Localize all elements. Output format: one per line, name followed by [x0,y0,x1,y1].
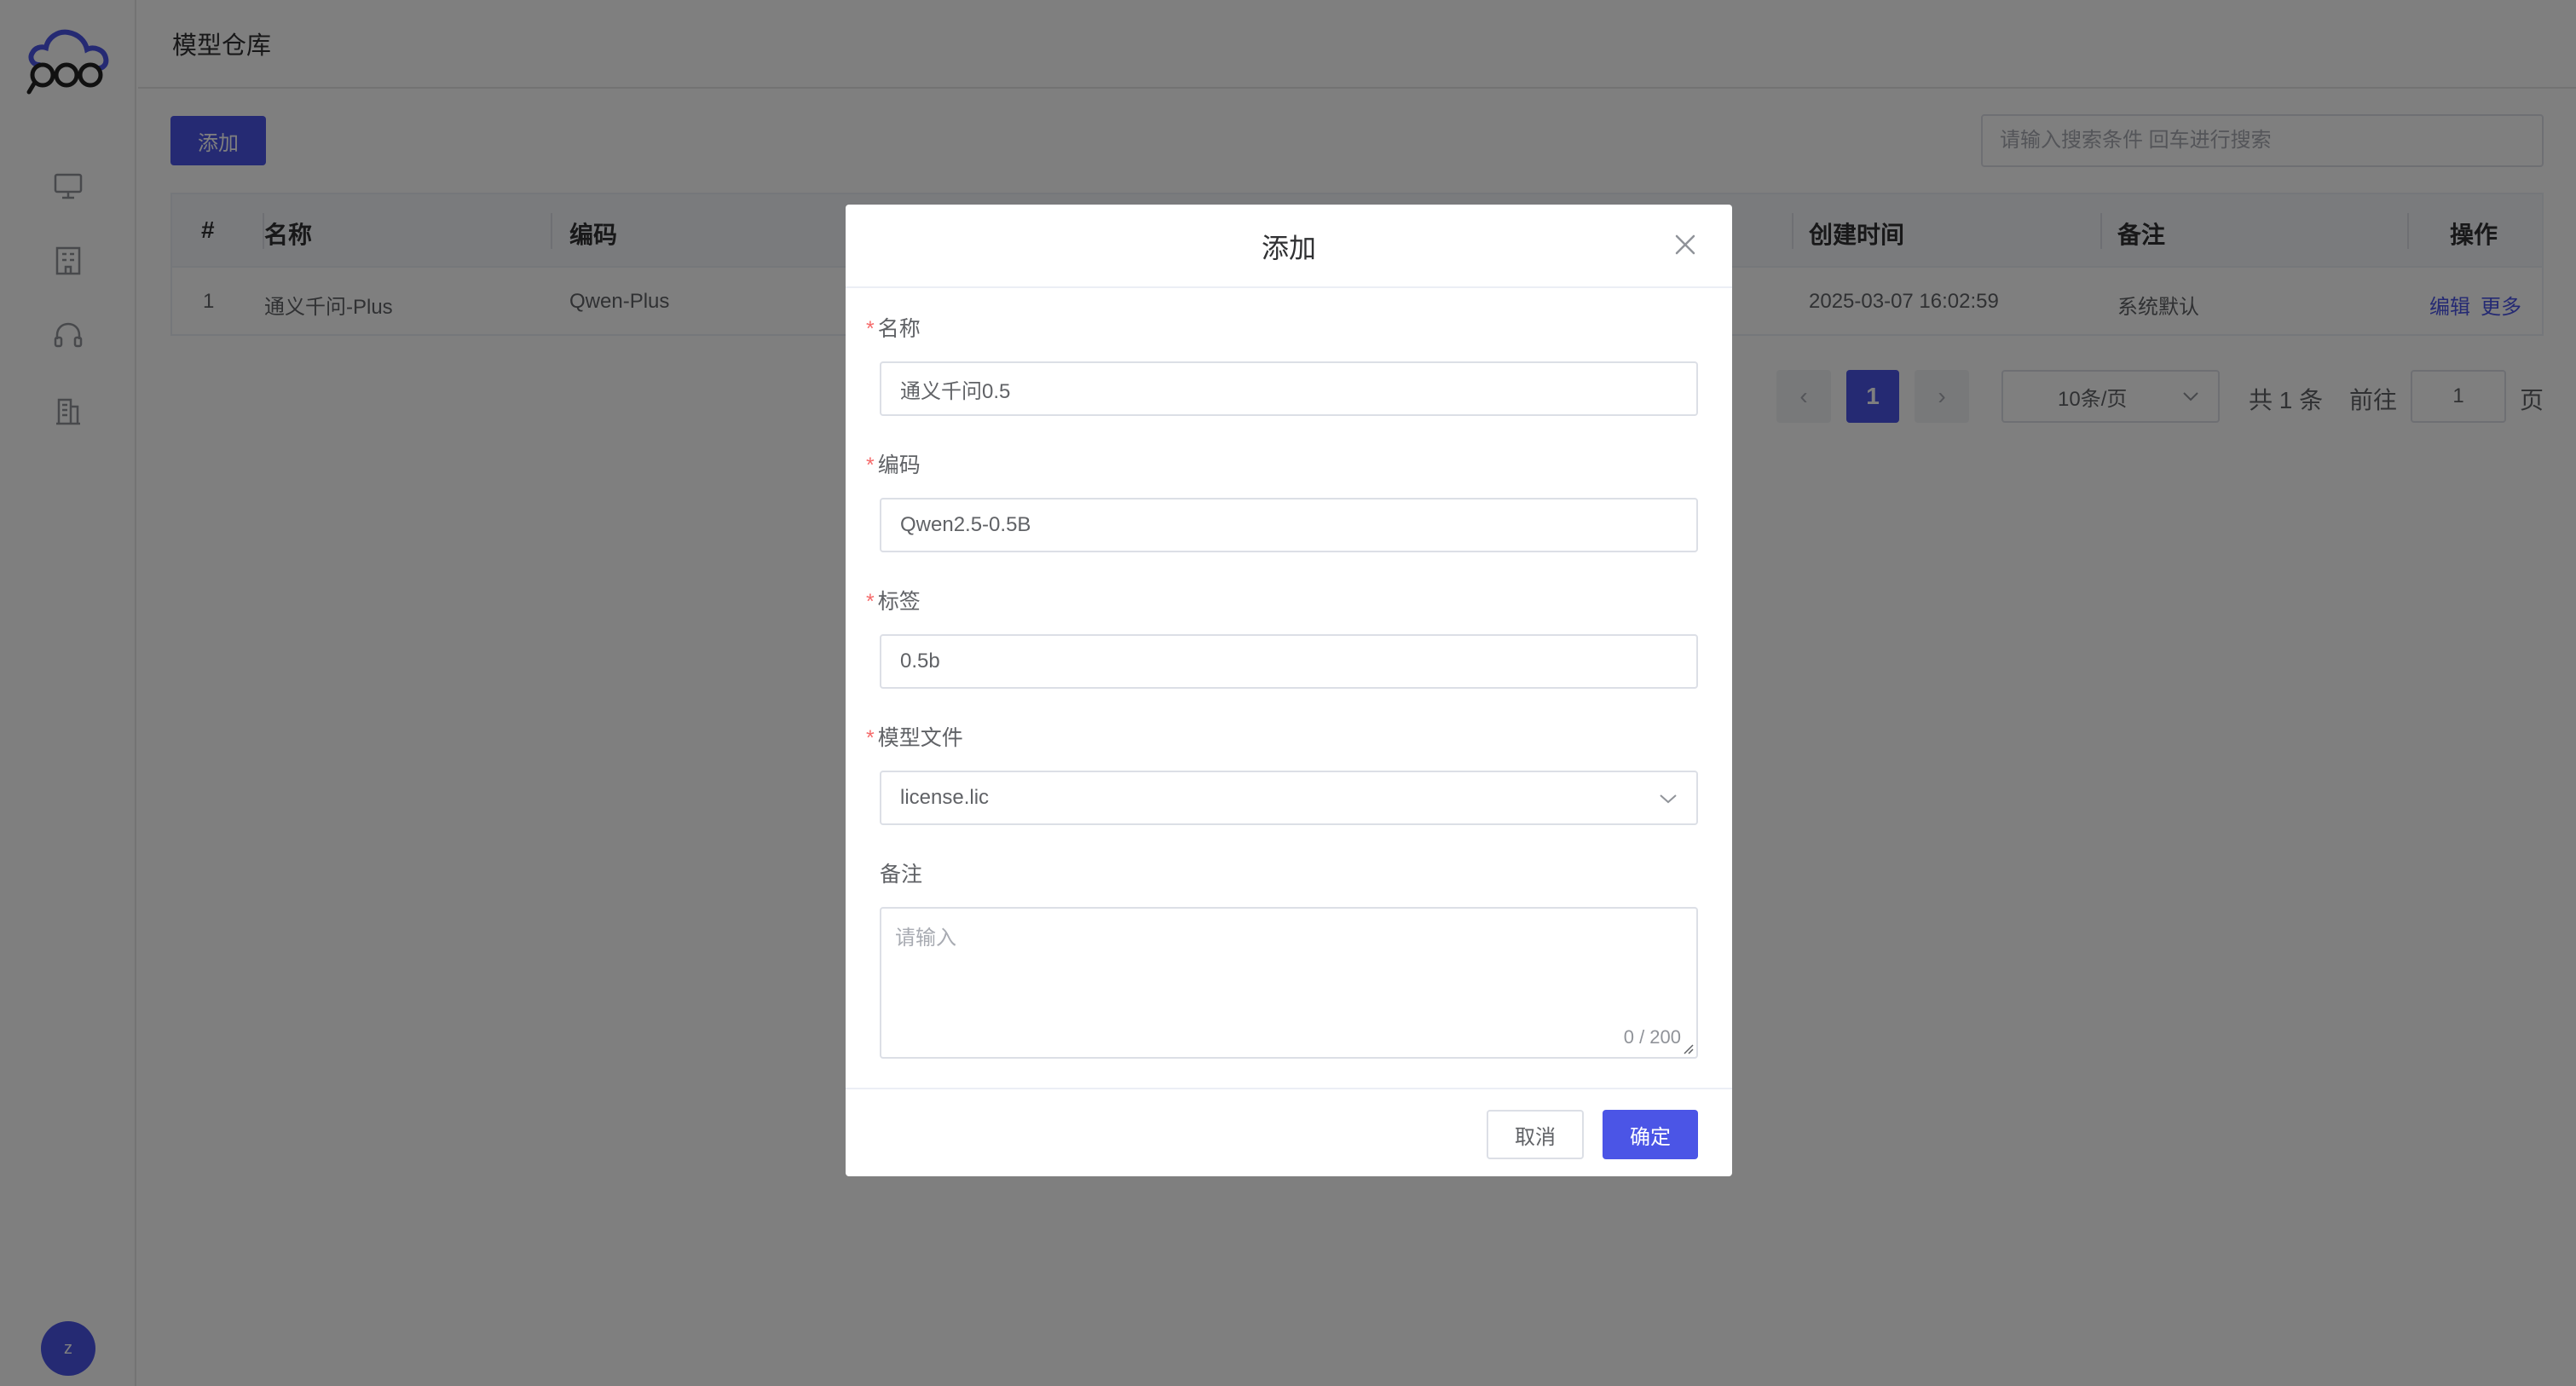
remark-placeholder: 请输入 [895,927,956,950]
remark-textarea[interactable]: 请输入 0 / 200 [880,907,1698,1059]
model-file-value: license.lic [900,786,990,809]
close-icon[interactable] [1672,232,1698,257]
model-file-select[interactable]: license.lic [880,771,1698,825]
remark-label: 备注 [880,863,923,886]
name-label: * 名称 [866,317,921,341]
code-field[interactable]: Qwen2.5-0.5B [880,498,1698,552]
name-field[interactable]: 通义千问0.5 [880,361,1698,416]
model-file-label: * 模型文件 [866,726,963,750]
tag-field[interactable]: 0.5b [880,634,1698,689]
confirm-button[interactable]: 确定 [1603,1110,1698,1159]
cancel-button[interactable]: 取消 [1487,1110,1584,1159]
char-counter: 0 / 200 [1623,1026,1681,1048]
dialog-title: 添加 [1261,233,1316,263]
chevron-down-icon [1660,794,1677,804]
add-dialog: 添加 * 名称 通义千问0.5 * 编码 Qwen2.5-0.5B * 标签 0.5b… [846,205,1732,1176]
resize-handle-icon[interactable] [1681,1042,1695,1055]
code-label: * 编码 [866,453,921,477]
tag-label: * 标签 [866,590,921,614]
dialog-header: 添加 [846,205,1732,288]
dialog-footer-divider [846,1088,1732,1089]
